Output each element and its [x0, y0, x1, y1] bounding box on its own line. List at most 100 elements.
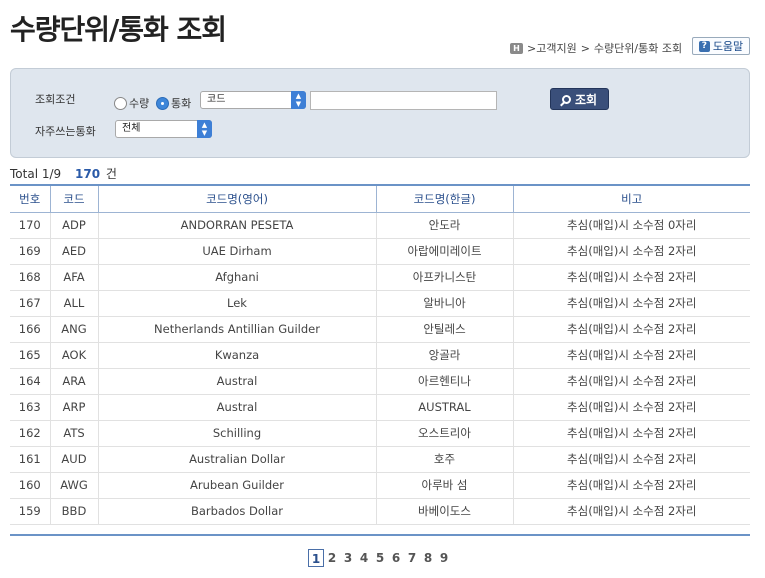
cell-remarks: 추심(매입)시 소수점 2자리: [513, 368, 750, 395]
header-code: 코드: [50, 186, 99, 213]
header-name-korean: 코드명(한글): [376, 186, 514, 213]
help-icon: ?: [698, 40, 710, 52]
cell-name-english: Arubean Guilder: [98, 472, 377, 499]
header-number: 번호: [10, 186, 51, 213]
radio-currency[interactable]: 통화: [156, 95, 191, 111]
cell-remarks: 추심(매입)시 소수점 2자리: [513, 342, 750, 369]
cell-number: 169: [10, 238, 51, 265]
cell-remarks: 추심(매입)시 소수점 2자리: [513, 316, 750, 343]
table-row[interactable]: 159 BBD Barbados Dollar 바베이도스 추심(매입)시 소수점 2자…: [10, 498, 750, 525]
table-row[interactable]: 161 AUD Australian Dollar 호주 추심(매입)시 소수점 2자리: [10, 446, 750, 473]
header-name-english: 코드명(영어): [98, 186, 377, 213]
cell-code: ADP: [50, 212, 99, 239]
code-type-select-value: 코드: [207, 94, 226, 105]
cell-name-korean: 바베이도스: [376, 498, 514, 525]
cell-name-english: Lek: [98, 290, 377, 317]
radio-quantity-dot[interactable]: [114, 96, 127, 110]
page-link-1[interactable]: 1: [308, 549, 324, 567]
radio-quantity[interactable]: 수량: [114, 95, 149, 111]
table-row[interactable]: 160 AWG Arubean Guilder 아루바 섬 추심(매입)시 소수점 2자…: [10, 472, 750, 499]
breadcrumb-separator: >: [580, 41, 590, 55]
cell-name-english: Austral: [98, 394, 377, 421]
condition-label: 조회조건: [35, 93, 76, 106]
cell-name-korean: 아랍에미레이트: [376, 238, 514, 265]
chevron-updown-icon: ▲ ▼: [197, 120, 212, 138]
help-button[interactable]: ? 도움말: [692, 37, 750, 55]
header-remarks: 비고: [513, 186, 750, 213]
cell-name-english: Schilling: [98, 420, 377, 447]
cell-remarks: 추심(매입)시 소수점 0자리: [513, 212, 750, 239]
cell-name-english: Barbados Dollar: [98, 498, 377, 525]
table-row[interactable]: 168 AFA Afghani 아프카니스탄 추심(매입)시 소수점 2자리: [10, 264, 750, 291]
table-row[interactable]: 165 AOK Kwanza 앙골라 추심(매입)시 소수점 2자리: [10, 342, 750, 369]
total-summary: Total 1/9 170 건: [10, 165, 117, 182]
page-link-6[interactable]: 6: [388, 549, 404, 567]
table-row[interactable]: 169 AED UAE Dirham 아랍에미레이트 추심(매입)시 소수점 2자리: [10, 238, 750, 265]
cell-name-english: Afghani: [98, 264, 377, 291]
table-row[interactable]: 163 ARP Austral AUSTRAL 추심(매입)시 소수점 2자리: [10, 394, 750, 421]
cell-name-english: Netherlands Antillian Guilder: [98, 316, 377, 343]
cell-code: BBD: [50, 498, 99, 525]
search-icon: [561, 94, 571, 104]
breadcrumb-item-support[interactable]: >고객지원: [527, 40, 577, 56]
cell-name-korean: 안틸레스: [376, 316, 514, 343]
page-link-9[interactable]: 9: [436, 549, 452, 567]
search-input[interactable]: [310, 91, 497, 110]
cell-remarks: 추심(매입)시 소수점 2자리: [513, 446, 750, 473]
cell-code: AOK: [50, 342, 99, 369]
breadcrumb: H >고객지원 > 수량단위/통화 조회: [510, 40, 682, 56]
cell-code: AED: [50, 238, 99, 265]
cell-name-korean: 안도라: [376, 212, 514, 239]
table-header-row: 번호 코드 코드명(영어) 코드명(한글) 비고: [10, 186, 750, 213]
cell-code: ALL: [50, 290, 99, 317]
page-link-3[interactable]: 3: [340, 549, 356, 567]
cell-name-english: Kwanza: [98, 342, 377, 369]
cell-code: AUD: [50, 446, 99, 473]
page-link-5[interactable]: 5: [372, 549, 388, 567]
total-count: 170: [75, 167, 101, 181]
cell-name-korean: 호주: [376, 446, 514, 473]
cell-name-english: Austral: [98, 368, 377, 395]
cell-remarks: 추심(매입)시 소수점 2자리: [513, 238, 750, 265]
cell-name-english: Australian Dollar: [98, 446, 377, 473]
pagination: 123456789: [308, 549, 452, 567]
cell-number: 161: [10, 446, 51, 473]
cell-code: AFA: [50, 264, 99, 291]
cell-number: 165: [10, 342, 51, 369]
cell-number: 160: [10, 472, 51, 499]
help-button-label: 도움말: [712, 40, 744, 53]
frequent-currency-label: 자주쓰는통화: [35, 125, 96, 138]
cell-number: 159: [10, 498, 51, 525]
code-type-select[interactable]: 코드 ▲ ▼: [200, 91, 306, 109]
cell-code: AWG: [50, 472, 99, 499]
frequent-currency-select[interactable]: 전체 ▲ ▼: [115, 120, 212, 138]
breadcrumb-item-current: 수량단위/통화 조회: [593, 42, 683, 55]
cell-remarks: 추심(매입)시 소수점 2자리: [513, 498, 750, 525]
table-row[interactable]: 166 ANG Netherlands Antillian Guilder 안틸레스 추…: [10, 316, 750, 343]
search-panel: 조회조건 수량 통화 코드 ▲ ▼ 조회 자주쓰는통화 전체 ▲ ▼: [10, 68, 750, 158]
currency-table[interactable]: 번호 코드 코드명(영어) 코드명(한글) 비고 170 ADP ANDORRAN …: [10, 184, 750, 536]
page-link-8[interactable]: 8: [420, 549, 436, 567]
cell-remarks: 추심(매입)시 소수점 2자리: [513, 472, 750, 499]
cell-remarks: 추심(매입)시 소수점 2자리: [513, 394, 750, 421]
radio-currency-label: 통화: [171, 97, 192, 110]
table-row[interactable]: 167 ALL Lek 알바니아 추심(매입)시 소수점 2자리: [10, 290, 750, 317]
table-row[interactable]: 170 ADP ANDORRAN PESETA 안도라 추심(매입)시 소수점 0자리: [10, 212, 750, 239]
radio-currency-dot[interactable]: [156, 96, 169, 110]
cell-name-korean: 알바니아: [376, 290, 514, 317]
cell-number: 170: [10, 212, 51, 239]
radio-quantity-label: 수량: [129, 97, 150, 110]
page-link-4[interactable]: 4: [356, 549, 372, 567]
search-button[interactable]: 조회: [550, 88, 609, 110]
table-row[interactable]: 162 ATS Schilling 오스트리아 추심(매입)시 소수점 2자리: [10, 420, 750, 447]
total-page: 1/9: [41, 167, 62, 181]
table-row[interactable]: 164 ARA Austral 아르헨티나 추심(매입)시 소수점 2자리: [10, 368, 750, 395]
cell-code: ANG: [50, 316, 99, 343]
cell-name-korean: AUSTRAL: [376, 394, 514, 421]
cell-name-korean: 앙골라: [376, 342, 514, 369]
home-icon[interactable]: H: [510, 42, 523, 54]
total-prefix: Total: [10, 167, 39, 181]
cell-code: ARA: [50, 368, 99, 395]
page-link-2[interactable]: 2: [324, 549, 340, 567]
page-link-7[interactable]: 7: [404, 549, 420, 567]
